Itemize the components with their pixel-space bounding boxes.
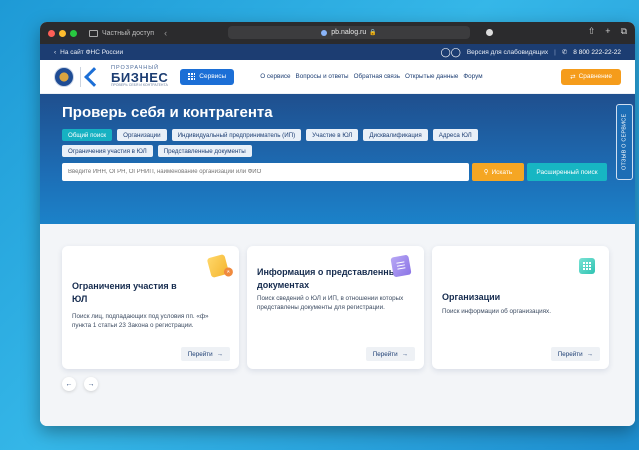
nav-item-about[interactable]: О сервисе	[260, 73, 290, 80]
service-cards-section: × Ограничения участия в ЮЛ Поиск лиц, по…	[40, 224, 635, 426]
search-button[interactable]: ⚲ Искать	[472, 163, 524, 181]
card-participation-restrictions[interactable]: × Ограничения участия в ЮЛ Поиск лиц, по…	[62, 246, 239, 369]
fns-back-link[interactable]: ‹ На сайт ФНС России	[54, 49, 123, 56]
services-button[interactable]: Сервисы	[180, 68, 235, 85]
fns-link-label: На сайт ФНС России	[60, 48, 124, 56]
site-logo[interactable]: ПРОЗРАЧНЫЙ БИЗНЕС ПРОВЕРЬ СЕБЯ И КОНТРАГ…	[111, 65, 168, 88]
address-bar[interactable]: pb.nalog.ru 🔒	[228, 26, 470, 39]
nav-item-open-data[interactable]: Открытые данные	[405, 73, 458, 80]
divider: |	[554, 48, 556, 56]
card-organizations[interactable]: Организации Поиск информации об организа…	[432, 246, 609, 369]
close-window-button[interactable]	[48, 29, 55, 37]
advanced-search-button[interactable]: Расширенный поиск	[527, 163, 607, 181]
phone-number[interactable]: 8 800 222-22-22	[573, 49, 621, 56]
card-description: Поиск информации об организациях.	[442, 308, 551, 315]
page-title: Проверь себя и контрагента	[62, 104, 273, 121]
document-restricted-icon: ×	[206, 254, 234, 278]
grid-icon	[188, 73, 196, 80]
arrow-right-icon: →	[586, 350, 593, 358]
building-icon	[579, 258, 595, 274]
carousel-prev-button[interactable]: ←	[62, 377, 76, 391]
card-description: Поиск сведений о ЮЛ и ИП, в отношении ко…	[257, 295, 404, 312]
lock-icon: 🔒	[369, 30, 377, 36]
main-nav: О сервисе Вопросы и ответы Обратная связ…	[260, 73, 482, 80]
top-info-bar: ‹ На сайт ФНС России ◯◯ Версия для слабо…	[40, 44, 635, 60]
card-submitted-documents[interactable]: Информация о представленных документах П…	[247, 246, 424, 369]
tab-participation[interactable]: Участие в ЮЛ	[306, 129, 359, 141]
compare-button[interactable]: ⇄ Сравнение	[561, 68, 621, 85]
carousel-next-button[interactable]: →	[84, 377, 98, 391]
browser-toolbar: Частный доступ ‹ pb.nalog.ru 🔒 ⇧ + ⧉	[40, 22, 635, 44]
url-text: pb.nalog.ru	[331, 29, 367, 36]
logo-chevron-icon[interactable]	[84, 66, 105, 87]
arrow-right-icon: →	[216, 350, 223, 358]
share-icon[interactable]: ⇧	[588, 26, 596, 37]
search-row: ⚲ Искать Расширенный поиск	[62, 163, 613, 181]
nav-item-feedback[interactable]: Обратная связь	[354, 73, 400, 80]
phone-icon: ✆	[561, 49, 568, 56]
compare-label: Сравнение	[578, 73, 612, 80]
browser-back-icon[interactable]: ‹	[164, 28, 167, 38]
fns-emblem-icon[interactable]	[54, 66, 74, 87]
private-label: Частный доступ	[102, 29, 155, 37]
nav-item-forum[interactable]: Форум	[463, 73, 482, 80]
go-button[interactable]: Перейти →	[550, 347, 600, 361]
go-button[interactable]: Перейти →	[365, 347, 415, 361]
arrow-right-icon: →	[401, 350, 408, 358]
new-tab-icon[interactable]: +	[605, 26, 610, 37]
extension-icon[interactable]	[486, 29, 493, 36]
card-title: Организации	[442, 292, 501, 302]
top-info-right: ◯◯ Версия для слабовидящих | ✆ 8 800 222…	[441, 47, 621, 58]
site-icon	[321, 29, 328, 36]
document-icon	[390, 254, 412, 278]
logo-tagline: ПРОВЕРЬ СЕБЯ И КОНТРАГЕНТА	[111, 83, 168, 87]
feedback-tab[interactable]: ОТЗЫВ О СЕРВИСЕ	[616, 104, 633, 180]
maximize-window-button[interactable]	[70, 29, 77, 37]
glasses-icon: ◯◯	[440, 46, 461, 57]
tab-submitted-documents[interactable]: Представленные документы	[157, 145, 252, 157]
card-description: Поиск лиц, подпадающих под условия пп. «…	[72, 313, 209, 330]
go-button[interactable]: Перейти →	[180, 347, 230, 361]
browser-actions: ⇧ + ⧉	[588, 26, 627, 37]
search-input[interactable]	[62, 163, 469, 181]
accessibility-link[interactable]: Версия для слабовидящих	[467, 49, 548, 56]
tab-addresses[interactable]: Адреса ЮЛ	[432, 129, 478, 141]
tab-disqualification[interactable]: Дисквалификация	[363, 129, 428, 141]
chevron-left-icon: ‹	[54, 48, 57, 56]
site-header: ПРОЗРАЧНЫЙ БИЗНЕС ПРОВЕРЬ СЕБЯ И КОНТРАГ…	[40, 60, 635, 94]
carousel-controls: ← →	[62, 377, 98, 391]
services-label: Сервисы	[199, 73, 227, 80]
card-title: Информация о представленных документах	[257, 267, 402, 291]
go-button-label: Перейти	[557, 350, 583, 358]
compare-icon: ⇄	[570, 73, 576, 81]
card-title: Ограничения участия в ЮЛ	[72, 281, 177, 305]
search-category-tabs: Общий поиск Организации Индивидуальный п…	[62, 129, 532, 157]
search-icon: ⚲	[483, 169, 489, 176]
tab-general-search[interactable]: Общий поиск	[62, 129, 113, 141]
tab-participation-restrictions[interactable]: Ограничения участия в ЮЛ	[62, 145, 153, 157]
go-button-label: Перейти	[372, 350, 398, 358]
logo-divider	[80, 66, 81, 87]
sidebar-icon	[89, 29, 98, 37]
tab-organizations[interactable]: Организации	[117, 129, 167, 141]
search-button-label: Искать	[491, 168, 513, 176]
private-browsing-indicator[interactable]: Частный доступ	[89, 29, 155, 37]
minimize-window-button[interactable]	[59, 29, 66, 37]
search-hero: Проверь себя и контрагента Общий поиск О…	[40, 94, 635, 224]
go-button-label: Перейти	[187, 350, 213, 358]
tab-individual-entrepreneur[interactable]: Индивидуальный предприниматель (ИП)	[171, 129, 302, 141]
tabs-overview-icon[interactable]: ⧉	[621, 26, 627, 37]
nav-item-faq[interactable]: Вопросы и ответы	[296, 73, 349, 80]
browser-window: Частный доступ ‹ pb.nalog.ru 🔒 ⇧ + ⧉ ‹ Н…	[40, 22, 635, 426]
